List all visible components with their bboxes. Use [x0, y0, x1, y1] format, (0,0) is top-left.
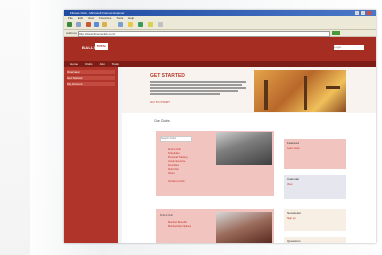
newsletter-title: Newsletter	[287, 211, 302, 215]
main-content: GET STARTED GO TO START Our Clubs Search…	[122, 67, 376, 243]
hero-text-line	[150, 87, 246, 89]
stop-icon[interactable]	[86, 22, 91, 27]
featured-link[interactable]: Learn more	[287, 147, 343, 150]
club-link[interactable]: Amenities	[168, 164, 218, 167]
minimize-button[interactable]	[355, 11, 359, 15]
club-link[interactable]: Find a Club	[168, 148, 218, 151]
club-link[interactable]: Group Exercise	[168, 160, 218, 163]
photo-pillar	[304, 76, 307, 110]
sidebar-item-get-started[interactable]: Get Started	[67, 76, 115, 80]
nav-home[interactable]: Home	[70, 62, 78, 66]
find-club-title: Find a Club	[160, 214, 173, 217]
hero-text-line	[150, 93, 220, 95]
menu-favorites[interactable]: Favorites	[99, 16, 111, 20]
nav-clubs[interactable]: Clubs	[85, 62, 93, 66]
calendar-card: Calendar View	[284, 175, 346, 199]
nav-join[interactable]: Join	[99, 62, 105, 66]
hero-photo	[254, 70, 346, 112]
benefit-link[interactable]: Member Benefits	[168, 221, 218, 224]
site-sidebar: Overview Get Started My Account	[64, 67, 118, 243]
sidebar-item-overview[interactable]: Overview	[67, 70, 115, 74]
photo-pillar	[264, 80, 268, 110]
print-icon[interactable]	[158, 22, 163, 27]
find-club-card: Find a Club Member Benefits Membership O…	[156, 209, 274, 243]
sidebar-item-account[interactable]: My Account	[67, 82, 115, 86]
menu-file[interactable]: File	[68, 16, 73, 20]
go-button[interactable]	[332, 31, 340, 35]
login-input[interactable]: Login	[334, 45, 364, 50]
featured-card: Featured Learn more	[284, 139, 346, 169]
hero-text-line	[150, 90, 238, 92]
calendar-link[interactable]: View	[287, 183, 343, 186]
club-link[interactable]: Contact a Club	[168, 180, 218, 183]
mail-icon[interactable]	[148, 22, 153, 27]
address-label: Address	[66, 31, 78, 35]
hero-link[interactable]: GO TO START	[150, 100, 170, 104]
calendar-title: Calendar	[287, 177, 300, 181]
refresh-icon[interactable]	[94, 22, 99, 27]
club-link[interactable]: Personal Training	[168, 156, 218, 159]
photo-rail	[326, 86, 340, 89]
hero-title: GET STARTED	[150, 73, 185, 79]
benefit-link[interactable]: Membership Options	[168, 225, 218, 228]
nav-tools[interactable]: Tools	[112, 62, 119, 66]
club-link[interactable]: Hours	[168, 172, 218, 175]
browser-toolbar	[64, 21, 376, 30]
club-link[interactable]: Kids Club	[168, 168, 218, 171]
questions-card: Questions	[284, 237, 346, 243]
menu-edit[interactable]: Edit	[78, 16, 83, 20]
forward-icon[interactable]	[76, 22, 81, 27]
gym-photo	[216, 132, 272, 165]
club-link[interactable]: Schedules	[168, 152, 218, 155]
maximize-button[interactable]	[361, 11, 365, 15]
history-icon[interactable]	[138, 22, 143, 27]
hero-banner: GET STARTED GO TO START	[122, 67, 376, 113]
close-button[interactable]	[367, 11, 371, 15]
menu-help[interactable]: Help	[128, 16, 134, 20]
menu-view[interactable]: View	[88, 16, 94, 20]
featured-title: Featured	[287, 141, 300, 145]
site-logo-badge[interactable]: TOTAL	[95, 43, 108, 50]
site-header: BALLY TOTAL Login	[64, 37, 376, 61]
clubs-card: Search Clubs Find a Club Schedules Perso…	[156, 131, 274, 196]
gym-photo	[216, 212, 272, 243]
club-search-input[interactable]: Search Clubs	[160, 136, 192, 142]
monitor-screen: Fitness Club - Microsoft Internet Explor…	[64, 10, 376, 243]
back-icon[interactable]	[67, 22, 72, 27]
home-icon[interactable]	[102, 22, 107, 27]
hero-text-line	[150, 81, 246, 83]
search-icon[interactable]	[118, 22, 123, 27]
hero-text-line	[150, 84, 242, 86]
menu-tools[interactable]: Tools	[116, 16, 123, 20]
favorites-icon[interactable]	[128, 22, 133, 27]
questions-title: Questions	[287, 239, 301, 243]
newsletter-link[interactable]: Sign up	[287, 217, 343, 220]
address-bar: Address http://www.fitnessclub.com/	[64, 30, 376, 37]
newsletter-card: Newsletter Sign up	[284, 209, 346, 231]
section-title: Our Clubs	[154, 119, 170, 123]
